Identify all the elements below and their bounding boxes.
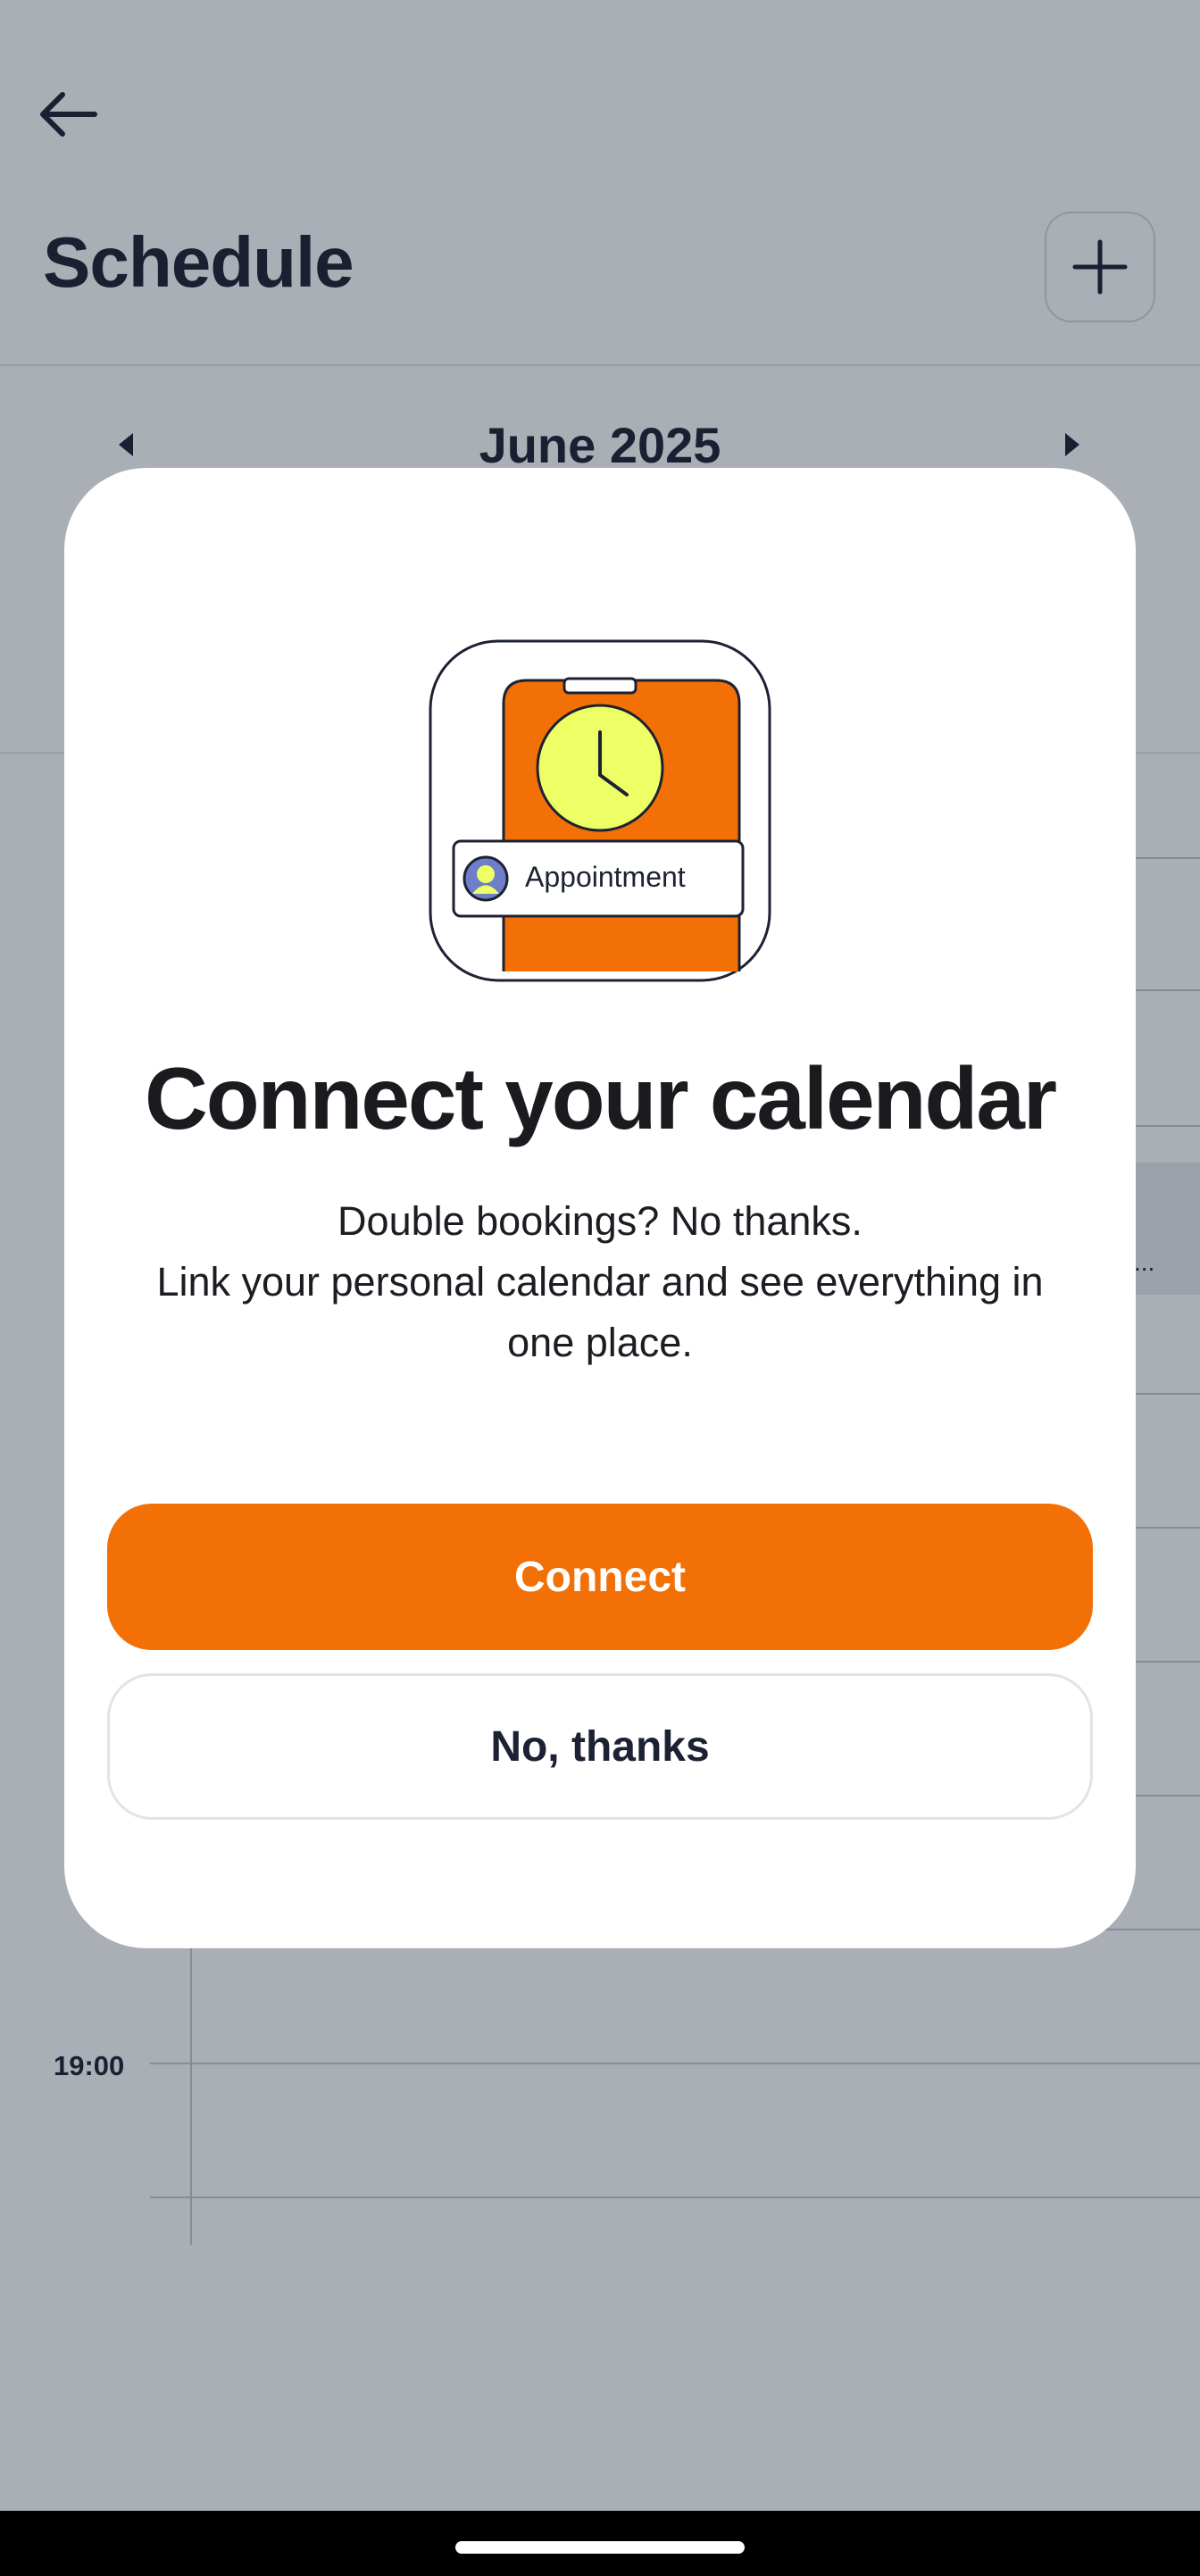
phone-clock-icon (429, 639, 771, 982)
connect-button[interactable]: Connect (107, 1504, 1093, 1650)
appointment-chip-label: Appointment (525, 861, 686, 893)
schedule-screen: Schedule June 2025 19:00 ... Appointment… (0, 0, 1200, 2511)
dialog-title: Connect your calendar (145, 1049, 1057, 1147)
dialog-message-line: one place. (507, 1320, 693, 1365)
no-thanks-button[interactable]: No, thanks (107, 1673, 1093, 1820)
connect-calendar-dialog: Appointment Connect your calendar Double… (64, 468, 1136, 1948)
home-indicator[interactable] (455, 2541, 745, 2554)
dialog-message-line: Link your personal calendar and see ever… (156, 1259, 1044, 1305)
dialog-message-line: Double bookings? No thanks. (338, 1198, 862, 1244)
dialog-message: Double bookings? No thanks. Link your pe… (136, 1191, 1064, 1373)
